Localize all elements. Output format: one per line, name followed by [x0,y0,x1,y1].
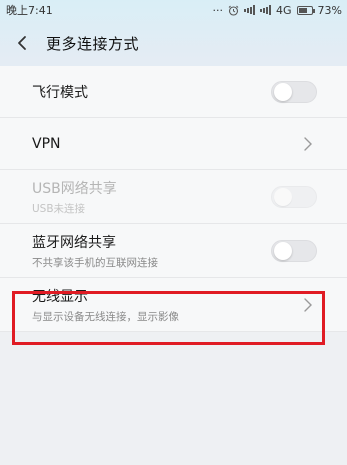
battery-percent: 73% [317,3,342,17]
usb-tethering-label: USB网络共享 [32,180,117,197]
alarm-icon [228,5,239,16]
usb-tethering-row: USB网络共享 USB未连接 [0,170,347,224]
network-type: 4G [276,3,292,17]
back-arrow-icon[interactable] [16,33,36,53]
vpn-label: VPN [32,135,61,152]
wireless-display-label: 无线显示 [32,288,88,305]
status-dots: ··· [212,3,224,17]
bluetooth-tethering-toggle[interactable] [271,239,317,262]
battery-icon [296,5,315,15]
toggle-knob [274,82,292,101]
toggle-knob [274,241,292,260]
bluetooth-tethering-status: 不共享该手机的互联网连接 [32,256,158,269]
chevron-right-icon [303,136,317,151]
signal-icon-2 [260,5,272,15]
signal-icon [244,5,256,15]
settings-list: 飞行模式 VPN USB网络共享 USB未连接 蓝牙网络共享 不共享该手机的互联… [0,66,347,332]
status-time: 晚上7:41 [6,4,53,17]
bluetooth-tethering-label: 蓝牙网络共享 [32,234,116,251]
chevron-right-icon [303,297,317,312]
wireless-display-row[interactable]: 无线显示 与显示设备无线连接，显示影像 [0,278,347,332]
usb-tethering-toggle [271,185,317,208]
wireless-display-description: 与显示设备无线连接，显示影像 [32,310,179,323]
status-bar: 晚上7:41 ··· 4G 73% [0,0,347,20]
vpn-row[interactable]: VPN [0,118,347,170]
usb-tethering-status: USB未连接 [32,202,86,215]
status-icons: ··· 4G 73% [213,4,342,17]
airplane-mode-toggle[interactable] [271,80,317,103]
title-bar: 更多连接方式 [0,20,347,66]
battery-fill [298,7,308,13]
page-title: 更多连接方式 [46,34,140,53]
bluetooth-tethering-row[interactable]: 蓝牙网络共享 不共享该手机的互联网连接 [0,224,347,278]
airplane-mode-label: 飞行模式 [32,84,88,101]
airplane-mode-row[interactable]: 飞行模式 [0,66,347,118]
toggle-knob [274,187,292,206]
